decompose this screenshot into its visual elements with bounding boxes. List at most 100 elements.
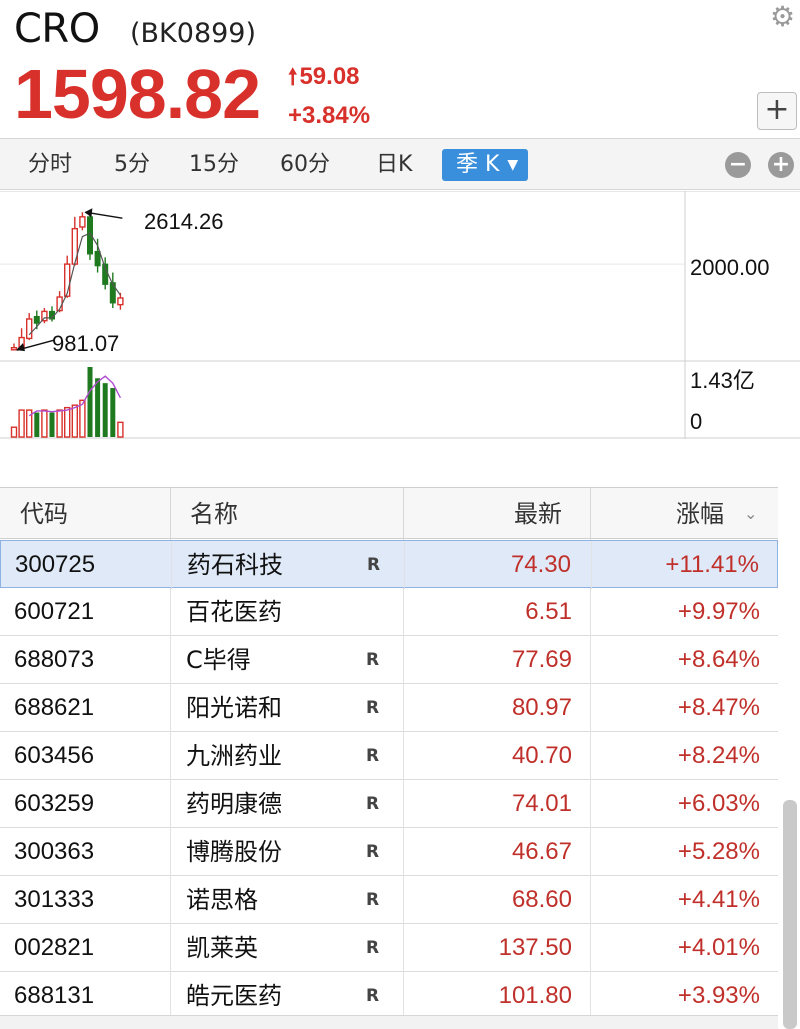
column-divider: [170, 684, 171, 732]
stock-code: 603259: [14, 790, 95, 817]
arrow-head: [84, 208, 93, 218]
zoom-out-icon[interactable]: −: [725, 152, 751, 178]
column-divider: [590, 876, 591, 924]
header-divider: [590, 488, 591, 540]
column-divider: [403, 588, 404, 636]
volume-bar: [102, 383, 108, 437]
tab-quarterly-k[interactable]: 季 K ▼: [442, 149, 529, 181]
current-price: 1598.82: [14, 55, 261, 133]
arrow-up-icon: 🠕: [288, 64, 298, 89]
last-price: 74.30: [510, 551, 571, 578]
table-row[interactable]: 688131 皓元医药 R 101.80 +3.93%: [0, 972, 778, 1020]
table-row[interactable]: 603456 九洲药业 R 40.70 +8.24%: [0, 732, 778, 780]
candle-body: [117, 297, 124, 306]
header-divider: [403, 488, 404, 540]
column-divider: [171, 541, 172, 589]
stock-code: 603456: [14, 742, 95, 769]
tab-60min[interactable]: 60分: [280, 150, 330, 180]
kline-chart-canvas: [0, 191, 800, 439]
column-divider: [170, 876, 171, 924]
zoom-in-icon[interactable]: +: [768, 152, 794, 178]
last-price: 46.67: [511, 838, 572, 865]
partial-row: [0, 1015, 778, 1029]
table-row[interactable]: 300725 药石科技 R 74.30 +11.41%: [0, 540, 778, 589]
chevron-down-icon: ▼: [507, 157, 519, 173]
stock-name: 药石科技: [187, 551, 283, 579]
stock-name: 药明康德: [186, 790, 282, 818]
column-divider: [170, 780, 171, 828]
tab-intraday[interactable]: 分时: [28, 150, 72, 180]
margin-flag: R: [366, 842, 380, 862]
margin-flag: R: [366, 794, 380, 814]
margin-flag: R: [366, 746, 380, 766]
high-annotation: 2614.26: [144, 209, 224, 234]
change-percent: +11.41%: [665, 551, 759, 578]
header-last[interactable]: 最新: [514, 488, 562, 540]
table-row[interactable]: 688073 C毕得 R 77.69 +8.64%: [0, 636, 778, 684]
change-percent: +5.28%: [677, 838, 760, 865]
scrollbar[interactable]: [783, 800, 797, 1029]
column-divider: [403, 636, 404, 684]
stock-code: 688073: [14, 646, 95, 673]
column-divider: [403, 732, 404, 780]
volume-max-label: 1.43亿: [690, 368, 755, 393]
volume-bar: [63, 406, 71, 438]
margin-flag: R: [366, 890, 380, 910]
last-price: 77.69: [511, 646, 572, 673]
table-row[interactable]: 688621 阳光诺和 R 80.97 +8.47%: [0, 684, 778, 732]
margin-flag: R: [366, 986, 380, 1006]
tab-15min[interactable]: 15分: [189, 150, 239, 180]
column-divider: [590, 732, 591, 780]
table-row[interactable]: 301333 诺思格 R 68.60 +4.41%: [0, 876, 778, 924]
tab-daily-k[interactable]: 日K: [376, 150, 412, 180]
candle-body: [109, 282, 116, 304]
candle-body: [79, 216, 86, 228]
column-divider: [403, 924, 404, 972]
table-row[interactable]: 300363 博腾股份 R 46.67 +5.28%: [0, 828, 778, 876]
stock-code: 688131: [14, 982, 95, 1009]
volume-bar: [34, 412, 40, 437]
stock-name: 阳光诺和: [186, 694, 282, 722]
volume-bar: [10, 426, 18, 438]
column-divider: [591, 541, 592, 589]
gear-icon[interactable]: ⚙: [770, 2, 800, 32]
table-row[interactable]: 600721 百花医药 6.51 +9.97%: [0, 588, 778, 636]
kline-chart[interactable]: 2614.26 981.07 2000.00 1.43亿 0: [0, 191, 800, 439]
header-code[interactable]: 代码: [20, 488, 68, 540]
volume-bar: [110, 388, 116, 437]
stock-name: 诺思格: [186, 886, 258, 914]
column-divider: [170, 732, 171, 780]
volume-bar: [117, 421, 124, 438]
margin-flag: R: [366, 650, 380, 670]
table-row[interactable]: 603259 药明康德 R 74.01 +6.03%: [0, 780, 778, 828]
last-price: 101.80: [498, 982, 572, 1009]
column-divider: [590, 972, 591, 1020]
low-annotation: 981.07: [52, 331, 120, 356]
change-absolute: 🠕59.08: [288, 60, 360, 98]
stock-code: 688621: [14, 694, 95, 721]
column-divider: [590, 636, 591, 684]
add-watchlist-button[interactable]: +: [757, 92, 797, 130]
tab-5min[interactable]: 5分: [114, 150, 150, 180]
candle-body: [94, 250, 101, 267]
header-name[interactable]: 名称: [190, 488, 238, 540]
stock-code: 600721: [14, 598, 95, 625]
column-divider: [170, 828, 171, 876]
column-divider: [403, 876, 404, 924]
quote-header: CRO (BK0899) 1598.82 🠕59.08 +3.84% ⚙ +: [0, 0, 800, 137]
volume-bar: [87, 367, 93, 437]
chevron-down-icon[interactable]: ⌄: [744, 488, 757, 540]
stock-name: 百花医药: [186, 598, 282, 626]
volume-bar: [18, 409, 25, 438]
volume-bar: [95, 378, 101, 437]
stock-name: 九洲药业: [186, 742, 282, 770]
header-divider: [170, 488, 171, 540]
tab-quarterly-k-label: 季 K: [456, 152, 500, 177]
table-row[interactable]: 002821 凯莱英 R 137.50 +4.01%: [0, 924, 778, 972]
stock-name: 凯莱英: [186, 934, 258, 962]
change-percent: +8.64%: [677, 646, 760, 673]
stock-name: 皓元医药: [186, 982, 282, 1010]
volume-bar: [56, 409, 63, 438]
header-pct[interactable]: 涨幅: [676, 488, 724, 540]
column-divider: [404, 541, 405, 589]
